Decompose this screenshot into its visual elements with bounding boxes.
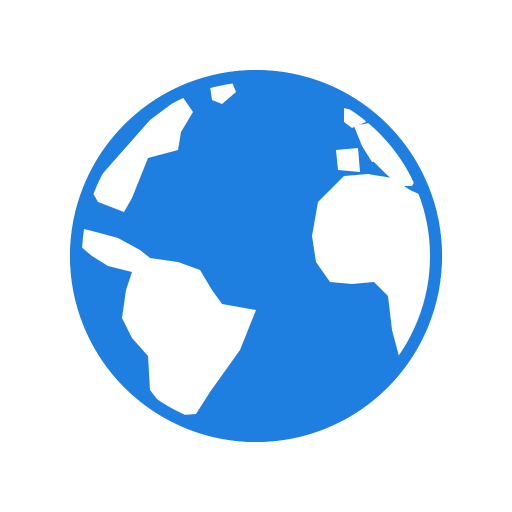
island-top-right-3 — [336, 148, 360, 172]
globe-icon — [70, 70, 442, 442]
icon-canvas — [0, 0, 512, 512]
